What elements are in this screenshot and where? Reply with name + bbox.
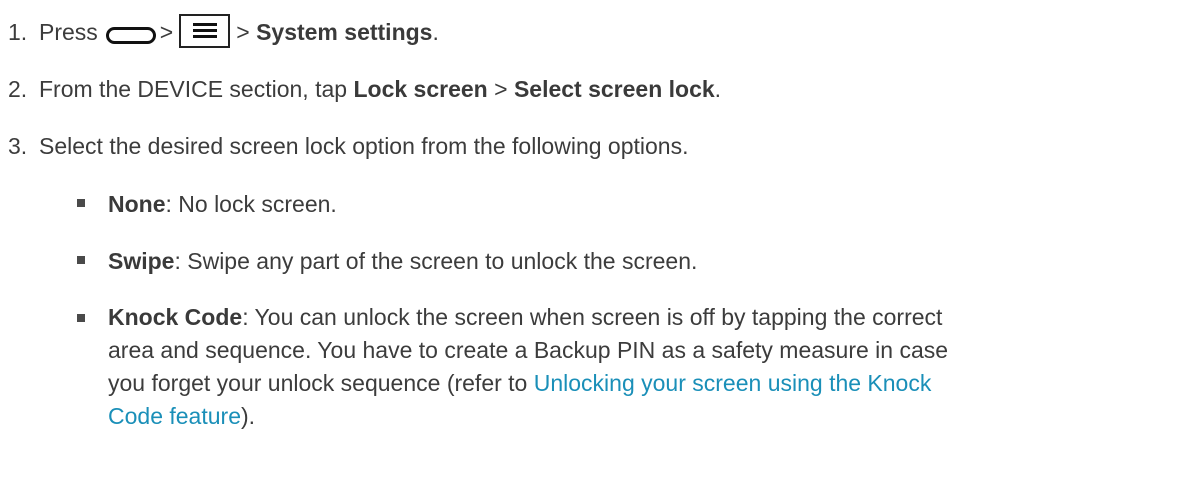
- option-swipe: Swipe: Swipe any part of the screen to u…: [77, 246, 1167, 277]
- option-description: : No lock screen.: [165, 191, 337, 217]
- step-number: 2.: [8, 76, 28, 102]
- step-3: 3. Select the desired screen lock option …: [8, 131, 688, 162]
- menu-key-icon: [179, 14, 231, 48]
- option-knock-code: Knock Code: You can unlock the screen wh…: [77, 304, 1167, 433]
- period: .: [714, 76, 722, 102]
- lock-screen-label: Lock screen: [353, 76, 488, 102]
- knock-code-help-link[interactable]: Unlocking your screen using the Knock: [534, 370, 932, 396]
- system-settings-label: System settings: [256, 19, 433, 45]
- period: .: [432, 19, 439, 45]
- bullet-marker: [77, 314, 85, 322]
- separator: >: [159, 19, 174, 45]
- step-1: 1. Press > > System settings.: [8, 14, 439, 48]
- bullet-marker: [77, 256, 85, 264]
- option-none: None: No lock screen.: [77, 189, 1167, 220]
- closing-text: ).: [240, 403, 256, 429]
- instructions-document: 1. Press > > System settings. 2. From the DE…: [0, 0, 1187, 491]
- separator: >: [494, 76, 508, 102]
- separator: >: [236, 19, 250, 45]
- select-screen-lock-label: Select screen lock: [513, 76, 715, 102]
- option-name: Knock Code: [108, 304, 243, 330]
- step-text: From the DEVICE section, tap: [39, 76, 348, 102]
- step-2: 2. From the DEVICE section, tap Lock scre…: [8, 74, 721, 105]
- option-description: area and sequence. You have to create a …: [108, 337, 949, 363]
- option-description: : Swipe any part of the screen to unlock…: [174, 248, 698, 274]
- step-text: Press: [39, 19, 98, 45]
- bullet-marker: [77, 199, 85, 207]
- step-text: Select the desired screen lock option fr…: [39, 133, 689, 159]
- home-key-icon: [105, 27, 156, 44]
- knock-code-help-link[interactable]: Code feature: [108, 403, 241, 429]
- option-description: you forget your unlock sequence (refer t…: [108, 370, 528, 396]
- step-number: 3.: [8, 133, 28, 159]
- option-name: Swipe: [108, 248, 175, 274]
- option-name: None: [108, 191, 166, 217]
- step-number: 1.: [8, 19, 28, 45]
- option-description: : You can unlock the screen when screen …: [242, 304, 943, 330]
